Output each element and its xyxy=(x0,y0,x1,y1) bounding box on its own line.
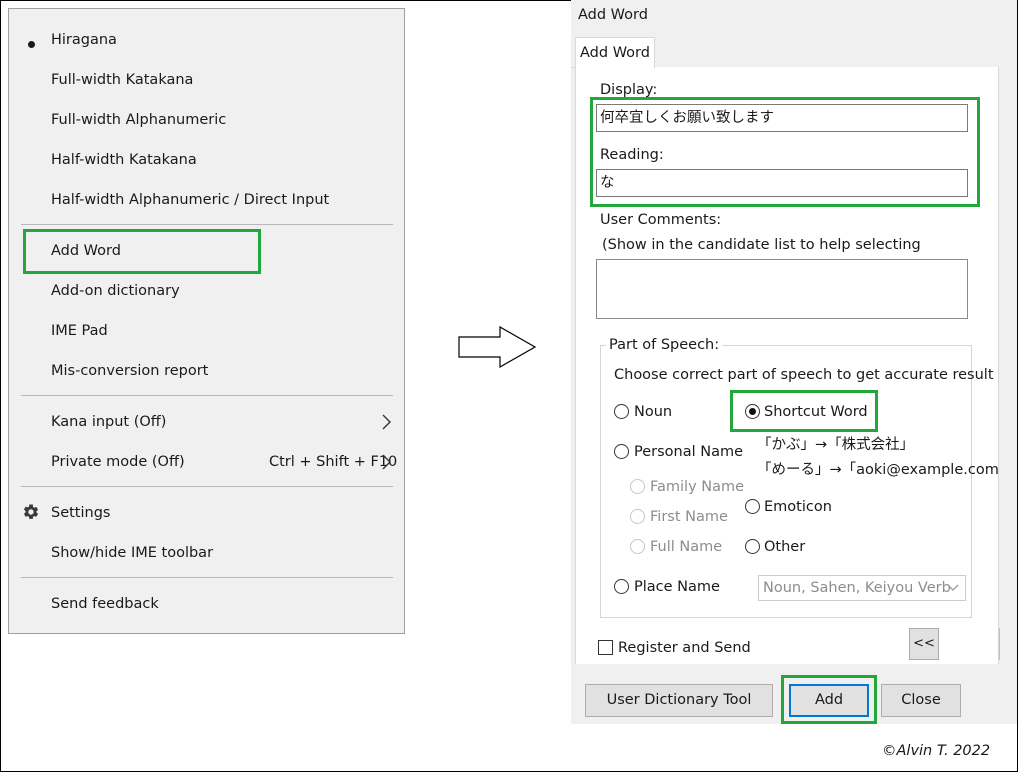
tab-add-word[interactable]: Add Word xyxy=(575,37,655,68)
register-and-send-label[interactable]: Register and Send xyxy=(618,639,751,657)
menu-item-show-hide-toolbar[interactable]: Show/hide IME toolbar xyxy=(51,541,213,565)
comments-field[interactable] xyxy=(596,259,968,319)
first-name-label: First Name xyxy=(650,509,728,525)
arrow-right-icon xyxy=(458,326,537,368)
radio-noun[interactable] xyxy=(614,404,629,419)
menu-item-full-width-katakana[interactable]: Full-width Katakana xyxy=(51,68,193,92)
menu-separator xyxy=(21,577,393,578)
add-word-highlight-box xyxy=(23,229,261,274)
menu-item-private-mode[interactable]: Private mode (Off) xyxy=(51,450,185,474)
shortcut-example-2: 「めーる」→「aoki@example.com xyxy=(757,462,999,478)
display-reading-highlight-box xyxy=(590,97,980,207)
ime-context-menu: Hiragana Full-width Katakana Full-width … xyxy=(8,8,405,634)
menu-item-send-feedback[interactable]: Send feedback xyxy=(51,592,159,616)
emoticon-label[interactable]: Emoticon xyxy=(764,498,832,516)
menu-item-mis-conversion-report[interactable]: Mis-conversion report xyxy=(51,359,208,383)
menu-item-full-width-alphanumeric[interactable]: Full-width Alphanumeric xyxy=(51,108,226,132)
radio-other[interactable] xyxy=(745,539,760,554)
pos-instruction: Choose correct part of speech to get acc… xyxy=(614,367,994,383)
place-name-label[interactable]: Place Name xyxy=(634,578,720,596)
part-of-speech-legend: Part of Speech: xyxy=(606,336,723,354)
pos-subtype-select[interactable]: Noun, Sahen, Keiyou Verb xyxy=(758,575,966,601)
comments-label: User Comments: xyxy=(600,212,722,228)
chevron-down-icon xyxy=(947,584,959,591)
full-name-label: Full Name xyxy=(650,539,723,555)
radio-first-name[interactable] xyxy=(630,509,645,524)
personal-name-label[interactable]: Personal Name xyxy=(634,443,743,461)
user-dictionary-tool-button[interactable]: User Dictionary Tool xyxy=(585,684,773,717)
menu-item-settings[interactable]: Settings xyxy=(51,501,110,525)
noun-label[interactable]: Noun xyxy=(634,403,672,421)
divider xyxy=(999,628,1000,660)
radio-place-name[interactable] xyxy=(614,579,629,594)
gear-icon xyxy=(23,504,39,519)
chevron-right-icon xyxy=(382,414,391,430)
radio-personal-name[interactable] xyxy=(614,444,629,459)
menu-separator xyxy=(21,224,393,225)
radio-family-name[interactable] xyxy=(630,479,645,494)
shortcut-example-1: 「かぶ」→「株式会社」 xyxy=(757,437,915,453)
menu-separator xyxy=(21,486,393,487)
copyright-text: ©Alvin T. 2022 xyxy=(882,743,991,759)
radio-emoticon[interactable] xyxy=(745,499,760,514)
comments-hint: (Show in the candidate list to help sele… xyxy=(602,237,921,253)
selected-bullet-icon xyxy=(28,41,35,48)
menu-item-kana-input[interactable]: Kana input (Off) xyxy=(51,410,166,434)
chevron-right-icon xyxy=(382,454,391,470)
dialog-title: Add Word xyxy=(578,7,648,23)
menu-item-half-width-katakana[interactable]: Half-width Katakana xyxy=(51,148,197,172)
add-button-highlight-box xyxy=(781,675,877,724)
menu-item-half-width-alphanumeric[interactable]: Half-width Alphanumeric / Direct Input xyxy=(51,188,329,212)
family-name-label: Family Name xyxy=(650,479,745,495)
radio-full-name[interactable] xyxy=(630,539,645,554)
other-label[interactable]: Other xyxy=(764,538,805,556)
menu-item-ime-pad[interactable]: IME Pad xyxy=(51,319,108,343)
collapse-button[interactable]: << xyxy=(909,628,939,660)
menu-item-hiragana[interactable]: Hiragana xyxy=(51,28,117,52)
close-button[interactable]: Close xyxy=(881,684,961,717)
menu-separator xyxy=(21,395,393,396)
private-mode-shortcut: Ctrl + Shift + F10 xyxy=(269,454,398,470)
register-and-send-checkbox[interactable] xyxy=(598,640,613,655)
shortcut-word-highlight-box xyxy=(730,390,878,432)
menu-item-add-on-dictionary[interactable]: Add-on dictionary xyxy=(51,279,180,303)
